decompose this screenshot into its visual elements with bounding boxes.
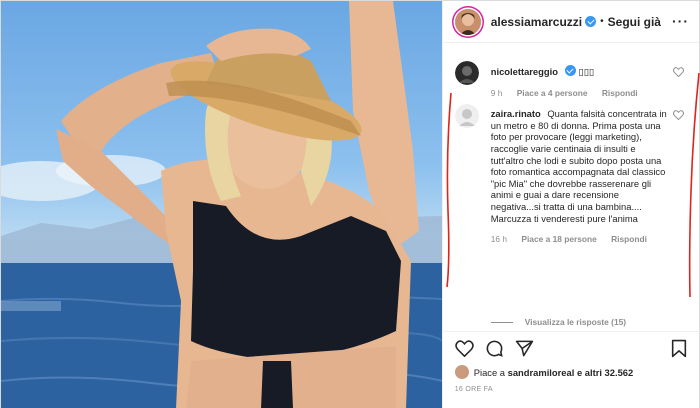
comment-time: 16 h bbox=[490, 234, 508, 245]
replies-divider bbox=[490, 321, 513, 323]
header-separator: • bbox=[600, 16, 604, 27]
view-replies-button[interactable]: Visualizza le risposte (15) bbox=[490, 317, 627, 327]
comment-meta: 16 h Piace a 18 persone Rispondi bbox=[491, 234, 671, 246]
instagram-post: alessiamarcuzzi • Segui già ··· nicolett… bbox=[0, 0, 700, 408]
post-timestamp[interactable]: 16 ORE FA bbox=[455, 386, 493, 393]
comment-heart-icon[interactable] bbox=[672, 67, 684, 77]
comment-time: 9 h bbox=[490, 87, 503, 98]
share-icon[interactable] bbox=[515, 338, 535, 358]
verified-badge-icon bbox=[585, 16, 597, 27]
reply-button[interactable]: Rispondi bbox=[611, 234, 647, 244]
liker-avatar[interactable] bbox=[454, 365, 469, 379]
author-avatar-image bbox=[454, 8, 481, 35]
comment-heart-icon[interactable] bbox=[672, 110, 684, 121]
liker-username[interactable]: sandramiloreal bbox=[508, 367, 575, 378]
commenter-avatar[interactable] bbox=[454, 61, 479, 85]
commenter-avatar[interactable] bbox=[454, 104, 479, 129]
comment-text: Quanta falsità concentrata in un metro e… bbox=[490, 108, 667, 224]
heart-icon[interactable] bbox=[455, 338, 475, 358]
comment-icon[interactable] bbox=[485, 338, 505, 358]
likes-count[interactable]: e altri 32.562 bbox=[577, 367, 633, 378]
post-photo[interactable] bbox=[1, 1, 442, 408]
comments-list: nicolettareggio ▯▯▯ 9 h Piace a 4 person… bbox=[443, 43, 700, 331]
post-header: alessiamarcuzzi • Segui già ··· bbox=[442, 1, 699, 43]
comment-username[interactable]: nicolettareggio bbox=[491, 66, 558, 77]
verified-badge-icon bbox=[564, 65, 576, 76]
comment-likes[interactable]: Piace a 18 persone bbox=[521, 234, 596, 244]
annotation-right-line bbox=[688, 72, 700, 298]
follow-status-button[interactable]: Segui già bbox=[608, 15, 661, 29]
view-replies-label: Visualizza le risposte (15) bbox=[524, 317, 627, 327]
likes-prefix: Piace a bbox=[473, 366, 506, 378]
reply-button[interactable]: Rispondi bbox=[602, 88, 638, 98]
post-actions: Piace a sandramiloreal e altri 32.562 16… bbox=[442, 331, 700, 408]
comment-item: nicolettareggio ▯▯▯ 9 h Piace a 4 person… bbox=[443, 61, 700, 100]
comment-username[interactable]: zaira.rinato bbox=[491, 108, 541, 119]
likes-summary: Piace a sandramiloreal e altri 32.562 bbox=[454, 365, 633, 379]
author-username[interactable]: alessiamarcuzzi bbox=[491, 15, 582, 29]
comment-text: ▯▯▯ bbox=[578, 66, 595, 77]
comment-likes[interactable]: Piace a 4 persone bbox=[517, 88, 588, 98]
post-side-panel: alessiamarcuzzi • Segui già ··· nicolett… bbox=[441, 1, 700, 408]
annotation-left-line bbox=[445, 92, 452, 288]
post-photo-illustration bbox=[1, 1, 442, 408]
more-options-icon[interactable]: ··· bbox=[672, 13, 689, 29]
comment-meta: 9 h Piace a 4 persone Rispondi bbox=[491, 88, 650, 100]
bookmark-icon[interactable] bbox=[669, 338, 689, 358]
author-avatar[interactable] bbox=[454, 8, 481, 35]
comment-item: zaira.rinato Quanta falsità concentrata … bbox=[443, 104, 700, 246]
